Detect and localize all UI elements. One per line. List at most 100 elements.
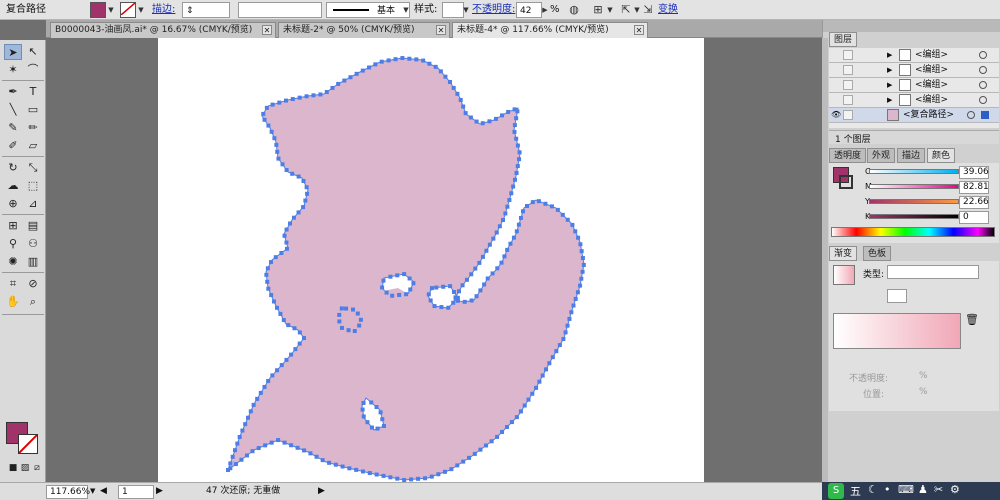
anchor-point[interactable]: [494, 230, 499, 235]
anchor-point[interactable]: [500, 113, 505, 118]
anchor-point[interactable]: [507, 198, 512, 203]
anchor-point[interactable]: [297, 341, 302, 346]
anchor-point[interactable]: [515, 164, 520, 169]
anchor-point[interactable]: [520, 209, 525, 214]
anchor-point[interactable]: [264, 272, 269, 277]
anchor-point[interactable]: [436, 472, 441, 477]
anchor-point[interactable]: [380, 417, 385, 422]
anchor-point[interactable]: [495, 434, 500, 439]
variable-width-field[interactable]: [238, 2, 322, 18]
anchor-point[interactable]: [514, 229, 519, 234]
anchor-point[interactable]: [367, 65, 372, 70]
anchor-point[interactable]: [451, 300, 456, 305]
expand-arrow-icon[interactable]: ▶: [887, 93, 892, 107]
target-icon[interactable]: [979, 96, 987, 104]
zoom-tool-icon[interactable]: ⌕: [24, 294, 42, 310]
anchor-point[interactable]: [279, 250, 284, 255]
anchor-point[interactable]: [484, 248, 489, 253]
target-icon[interactable]: [979, 81, 987, 89]
eye-icon[interactable]: 👁: [831, 110, 841, 120]
anchor-point[interactable]: [290, 97, 295, 102]
lock-toggle[interactable]: [843, 95, 853, 105]
anchor-point[interactable]: [474, 294, 479, 299]
magic-wand-tool-icon[interactable]: ✶: [4, 62, 22, 78]
anchor-point[interactable]: [297, 95, 302, 100]
anchor-point[interactable]: [565, 217, 570, 222]
anchor-point[interactable]: [451, 289, 456, 294]
anchor-point[interactable]: [282, 440, 287, 445]
anchor-point[interactable]: [547, 361, 552, 366]
anchor-point[interactable]: [469, 298, 474, 303]
anchor-point[interactable]: [400, 56, 405, 61]
color-stroke-box[interactable]: [839, 175, 853, 189]
anchor-point[interactable]: [355, 311, 360, 316]
user-icon[interactable]: ♟: [918, 483, 928, 496]
anchor-point[interactable]: [578, 242, 583, 247]
anchor-point[interactable]: [472, 451, 477, 456]
anchor-point[interactable]: [296, 210, 301, 215]
anchor-point[interactable]: [455, 295, 460, 300]
anchor-point[interactable]: [374, 472, 379, 477]
rectangle-tool-icon[interactable]: ▭: [24, 102, 42, 118]
anchor-point[interactable]: [512, 123, 517, 128]
anchor-point[interactable]: [282, 233, 287, 238]
layer-row[interactable]: ▶ <编组>: [829, 78, 999, 93]
anchor-point[interactable]: [509, 420, 514, 425]
gradient-angle-input[interactable]: [887, 289, 907, 303]
fill-dropdown-icon[interactable]: ▼: [107, 2, 115, 18]
anchor-point[interactable]: [490, 271, 495, 276]
anchor-point[interactable]: [447, 79, 452, 84]
prev-artboard-icon[interactable]: ◀: [100, 485, 107, 499]
zoom-field[interactable]: 117.66%: [46, 485, 90, 499]
anchor-point[interactable]: [258, 390, 263, 395]
anchor-point[interactable]: [540, 373, 545, 378]
anchor-point[interactable]: [333, 462, 338, 467]
anchor-point[interactable]: [524, 204, 529, 209]
anchor-point[interactable]: [305, 191, 310, 196]
anchor-point[interactable]: [360, 407, 365, 412]
anchor-point[interactable]: [274, 305, 279, 310]
anchor-point[interactable]: [421, 58, 426, 63]
column-graph-tool-icon[interactable]: ▥: [24, 254, 42, 270]
anchor-point[interactable]: [367, 471, 372, 476]
anchor-point[interactable]: [375, 426, 380, 431]
anchor-point[interactable]: [235, 441, 240, 446]
anchor-point[interactable]: [549, 204, 554, 209]
anchor-point[interactable]: [502, 254, 507, 259]
anchor-point[interactable]: [438, 69, 443, 74]
anchor-point[interactable]: [301, 336, 306, 341]
anchor-point[interactable]: [245, 415, 250, 420]
anchor-point[interactable]: [536, 199, 541, 204]
anchor-point[interactable]: [275, 368, 280, 373]
anchor-point[interactable]: [352, 329, 357, 334]
anchor-point[interactable]: [261, 111, 266, 116]
anchor-point[interactable]: [301, 178, 306, 183]
anchor-point[interactable]: [446, 305, 451, 310]
anchor-point[interactable]: [530, 391, 535, 396]
opacity-dropdown-icon[interactable]: ▶: [541, 2, 549, 18]
eyedropper-tool-icon[interactable]: ⚲: [4, 236, 22, 252]
anchor-point[interactable]: [284, 98, 289, 103]
anchor-point[interactable]: [499, 260, 504, 265]
pencil-tool-icon[interactable]: ✏: [24, 120, 42, 136]
anchor-point[interactable]: [464, 277, 469, 282]
shape-builder-tool-icon[interactable]: ⊕: [4, 196, 22, 212]
anchor-point[interactable]: [487, 242, 492, 247]
anchor-point[interactable]: [339, 325, 344, 330]
settings-icon[interactable]: ⚙: [950, 483, 960, 496]
anchor-point[interactable]: [448, 284, 453, 289]
eye-icon[interactable]: [831, 80, 841, 90]
anchor-point[interactable]: [487, 119, 492, 124]
anchor-point[interactable]: [581, 262, 586, 267]
anchor-point[interactable]: [255, 396, 260, 401]
anchor-point[interactable]: [265, 266, 270, 271]
hand-tool-icon[interactable]: ✋: [4, 294, 22, 310]
anchor-point[interactable]: [423, 476, 428, 481]
anchor-point[interactable]: [380, 285, 385, 290]
anchor-point[interactable]: [429, 474, 434, 479]
panel-collapse-strip[interactable]: [822, 38, 828, 482]
slice-tool-icon[interactable]: ⊘: [24, 276, 42, 292]
style-field[interactable]: [442, 2, 464, 18]
next-artboard-icon[interactable]: ▶: [156, 485, 163, 499]
anchor-point[interactable]: [354, 71, 359, 76]
